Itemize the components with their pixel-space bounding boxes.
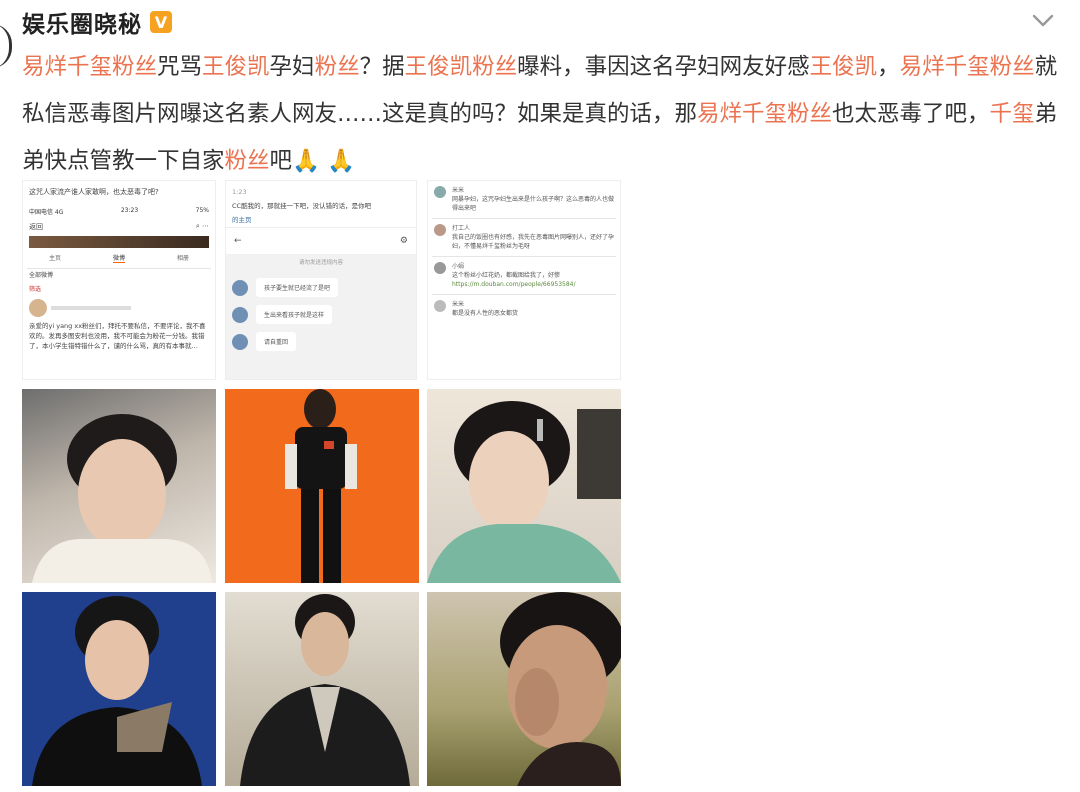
- post-header: 娱乐圈晓秘 V: [22, 6, 172, 38]
- username[interactable]: 娱乐圈晓秘: [22, 5, 142, 39]
- topic-link[interactable]: 王俊凯粉丝: [405, 54, 518, 80]
- screenshot-caption: 这咒人家流产谁人家敢啊，也太恶毒了吧?: [29, 188, 159, 196]
- chat-notice: 请勿发送违规内容: [298, 260, 343, 266]
- post-text-segment: 吧🙏 🙏: [269, 148, 356, 174]
- screenshot-private-messages[interactable]: 1:23 CC酷我的，那就挂一下吧，没认错的话，是你吧 的主页 ← ⚙ 请勿发送…: [225, 180, 417, 380]
- topic-link[interactable]: 易烊千玺粉丝: [900, 54, 1035, 80]
- chat-bubble: 请自重回: [232, 332, 416, 351]
- person-silhouette-icon: [500, 592, 621, 786]
- profile-banner: [29, 236, 209, 248]
- photo-black-suit-outdoor[interactable]: [225, 592, 419, 786]
- screenshot-weibo-profile[interactable]: 这咒人家流产谁人家敢啊，也太恶毒了吧? 中国电信 4G 23:23 75% 返回…: [22, 180, 216, 380]
- post-text-segment: ，: [877, 54, 900, 80]
- comment-item: 小娟 这个粉丝小红花奶，都截图给我了，好惨 https://m.douban.com…: [428, 257, 620, 294]
- topic-link[interactable]: 千玺: [990, 101, 1035, 127]
- person-silhouette-icon: [32, 596, 202, 786]
- avatar-edge[interactable]: [0, 24, 12, 68]
- topic-link[interactable]: 王俊凯: [202, 54, 270, 80]
- status-time: 23:23: [120, 207, 139, 214]
- verified-badge-icon: V: [150, 11, 172, 33]
- photo-field-hand-on-face[interactable]: [427, 592, 621, 786]
- filter-label: 筛选: [29, 286, 42, 293]
- comment-item: 米米 网暴孕妇，这咒孕妇生出来是什么孩子啊？这么恶毒的人也做得出来吧: [428, 181, 620, 218]
- post-text: 易烊千玺粉丝咒骂王俊凯孕妇粉丝？据王俊凯粉丝曝料，事因这名孕妇网友好感王俊凯，易…: [22, 44, 1062, 185]
- chat-bubble: 生出来看孩子就是这样: [232, 305, 416, 324]
- chevron-down-icon[interactable]: [1028, 6, 1058, 34]
- poster-avatar: [29, 299, 47, 317]
- person-silhouette-icon: [240, 594, 410, 786]
- topic-link[interactable]: 易烊千玺粉丝: [22, 54, 157, 80]
- topic-link[interactable]: 粉丝: [315, 54, 360, 80]
- back-link: 返回: [29, 223, 43, 231]
- person-silhouette-icon: [32, 414, 212, 583]
- message-link: 的主页: [226, 213, 416, 227]
- post-text-segment: 孕妇: [269, 54, 315, 80]
- arrow-left-icon: ←: [234, 236, 242, 246]
- comment-item: 米米 都是没有人性的恶女都货: [428, 295, 620, 323]
- poster-name-blur: [51, 306, 131, 310]
- post-body: 亲爱的yi yang xx粉丝们，拜托不要私信，不要评论，我不喜欢的。发再多图安…: [29, 322, 206, 350]
- topic-link[interactable]: 易烊千玺粉丝: [697, 101, 832, 127]
- section-label: 全部微博: [29, 272, 54, 279]
- person-silhouette-icon: [285, 389, 357, 583]
- screenshot-comments[interactable]: 米米 网暴孕妇，这咒孕妇生出来是什么孩子啊？这么恶毒的人也做得出来吧 打工人 我自己…: [427, 180, 621, 380]
- person-silhouette-icon: [427, 401, 621, 583]
- photo-green-sweater-hairclip[interactable]: [427, 389, 621, 583]
- gear-icon: ⚙: [399, 236, 408, 246]
- post-text-segment: 咒骂: [157, 54, 203, 80]
- post-text-segment: 也太恶毒了吧，: [832, 101, 990, 127]
- search-icon: ⌕ ⋯: [195, 222, 209, 230]
- tab-home: 主页: [48, 255, 61, 262]
- message-top-text: CC酷我的，那就挂一下吧，没认错的话，是你吧: [226, 199, 416, 213]
- comment-link: https://m.douban.com/people/66953584/: [452, 281, 576, 288]
- status-battery: 75%: [195, 207, 209, 214]
- post-text-segment: 曝料，事因这名孕妇网友好感: [517, 54, 810, 80]
- post-text-segment: ？据: [359, 54, 405, 80]
- photo-orange-backdrop-black-tee[interactable]: [225, 389, 419, 583]
- photo-portrait-white-sweater[interactable]: [22, 389, 216, 583]
- tab-weibo: 微博: [112, 255, 125, 263]
- status-carrier: 中国电信 4G: [29, 209, 64, 216]
- topic-link[interactable]: 王俊凯: [810, 54, 878, 80]
- photo-blue-backdrop-black-shirt[interactable]: [22, 592, 216, 786]
- chat-bubble: 孩子要生就已经流了是吧: [232, 278, 416, 297]
- message-time: 1:23: [232, 188, 247, 196]
- topic-link[interactable]: 粉丝: [225, 148, 270, 174]
- tab-album: 相册: [176, 255, 189, 262]
- comment-item: 打工人 我自己的饭圈也有好感，我先在恶毒图片网曝别人，还好了孕妇，不懂易烊千玺粉丝…: [428, 219, 620, 256]
